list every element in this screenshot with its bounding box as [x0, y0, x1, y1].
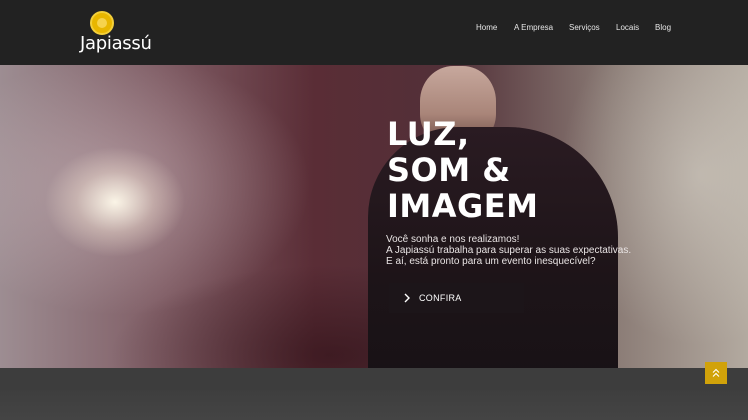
nav-item-locais[interactable]: Locais: [616, 23, 639, 32]
chevron-right-icon: [404, 293, 410, 303]
nav-item-a-empresa[interactable]: A Empresa: [514, 23, 553, 32]
section-divider: [0, 368, 748, 390]
confira-button-label: CONFIRA: [419, 293, 462, 303]
logo-text: Japiassú: [80, 33, 152, 54]
hero-title-line: LUZ,: [387, 115, 470, 153]
hero-text-line: E aí, está pronto para um evento inesque…: [386, 256, 596, 267]
hero-title: LUZ, SOM & IMAGEM: [387, 116, 587, 224]
sun-icon: [90, 11, 114, 35]
hero-banner: [0, 65, 748, 368]
brand-logo[interactable]: Japiassú: [80, 11, 164, 55]
hero-description: Você sonha e nos realizamos! A Japiassú …: [386, 234, 676, 267]
confira-button[interactable]: CONFIRA: [389, 283, 524, 313]
nav-item-home[interactable]: Home: [476, 23, 497, 32]
site-header: Japiassú Home A Empresa Serviços Locais …: [0, 0, 748, 65]
nav-item-blog[interactable]: Blog: [655, 23, 671, 32]
hero-text-line: A Japiassú trabalha para superar as suas…: [386, 245, 632, 256]
hero-title-line: IMAGEM: [387, 187, 539, 225]
nav-item-servicos[interactable]: Serviços: [569, 23, 600, 32]
hero-text-line: Você sonha e nos realizamos!: [386, 234, 520, 245]
double-chevron-up-icon: [712, 368, 720, 377]
hero-title-line: SOM &: [387, 151, 511, 189]
scroll-to-top-button[interactable]: [705, 362, 727, 384]
